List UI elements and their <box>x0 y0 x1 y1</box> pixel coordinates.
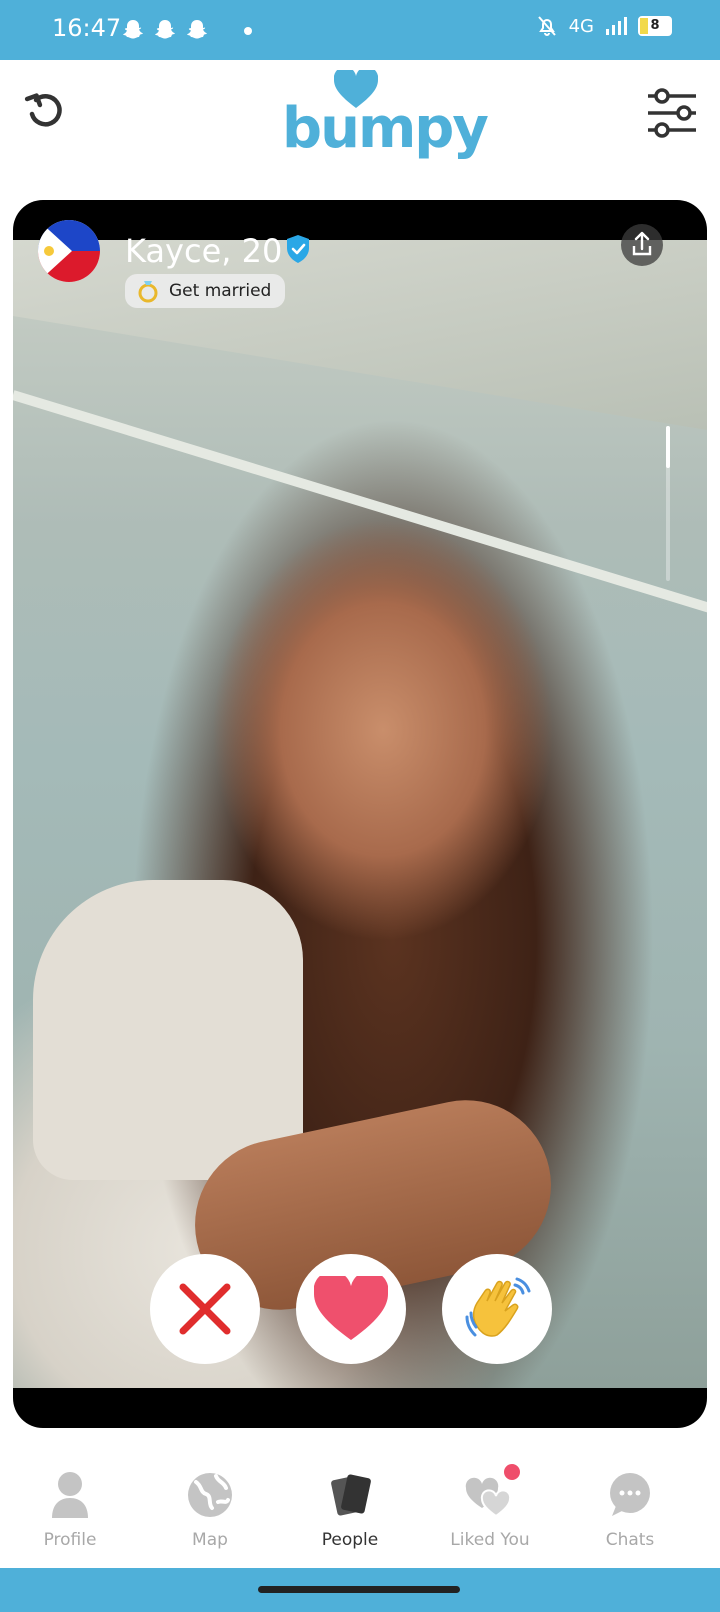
intent-label: Get married <box>169 281 272 301</box>
dislike-button[interactable] <box>150 1254 260 1364</box>
profile-card[interactable]: Kayce, 20 Get married <box>13 200 707 1428</box>
globe-icon <box>188 1473 232 1517</box>
logo-text: bumpy <box>282 96 489 161</box>
signal-icon <box>606 17 627 35</box>
notification-badge <box>502 1462 522 1482</box>
intent-badge: Get married <box>125 274 286 308</box>
nav-people[interactable]: People <box>290 1468 410 1550</box>
like-button[interactable] <box>296 1254 406 1364</box>
battery-icon: 8 <box>638 16 672 36</box>
profile-name-age: Kayce, 20 <box>125 232 283 270</box>
nav-chats[interactable]: Chats <box>570 1468 690 1550</box>
status-time: 16:47 <box>52 14 122 42</box>
nav-label: People <box>321 1530 379 1550</box>
ring-icon <box>138 281 158 303</box>
undo-icon[interactable] <box>22 88 68 134</box>
dot-icon <box>244 27 252 35</box>
nav-liked-you[interactable]: Liked You <box>430 1462 550 1550</box>
chat-bubble-icon <box>610 1473 650 1516</box>
verified-badge-icon <box>287 235 309 263</box>
philippines-flag-icon <box>38 220 100 282</box>
nav-label: Map <box>192 1530 228 1550</box>
bottom-nav: Profile Map People Liked You Chats <box>0 1438 720 1568</box>
network-type: 4G <box>568 15 594 37</box>
sliders-icon[interactable] <box>644 88 700 138</box>
snapchat-icon <box>155 20 175 39</box>
share-icon <box>632 231 652 256</box>
gesture-bar <box>0 1568 720 1612</box>
share-button[interactable] <box>621 224 663 266</box>
bumpy-logo: bumpy <box>282 70 489 161</box>
nav-label: Chats <box>605 1530 655 1550</box>
bell-off-icon <box>537 16 556 36</box>
snapchat-icon <box>123 20 143 39</box>
nav-map[interactable]: Map <box>150 1468 270 1550</box>
home-handle[interactable] <box>258 1586 460 1593</box>
wave-button[interactable] <box>442 1254 552 1364</box>
waving-hand-icon <box>465 1277 531 1337</box>
person-icon <box>52 1472 88 1518</box>
notification-icons <box>122 18 208 40</box>
heart-icon <box>314 1276 388 1340</box>
app-header: bumpy <box>0 60 720 190</box>
photo-scroll-indicator <box>666 426 670 581</box>
cards-icon <box>331 1474 371 1516</box>
snapchat-icon <box>187 20 207 39</box>
nav-profile[interactable]: Profile <box>10 1468 130 1550</box>
profile-photo[interactable] <box>13 240 707 1388</box>
x-icon <box>179 1283 231 1335</box>
nav-label: Liked You <box>450 1530 530 1550</box>
status-bar: 16:47 4G 8 <box>0 0 720 60</box>
nav-label: Profile <box>43 1530 97 1550</box>
system-icons: 4G 8 <box>535 14 672 38</box>
